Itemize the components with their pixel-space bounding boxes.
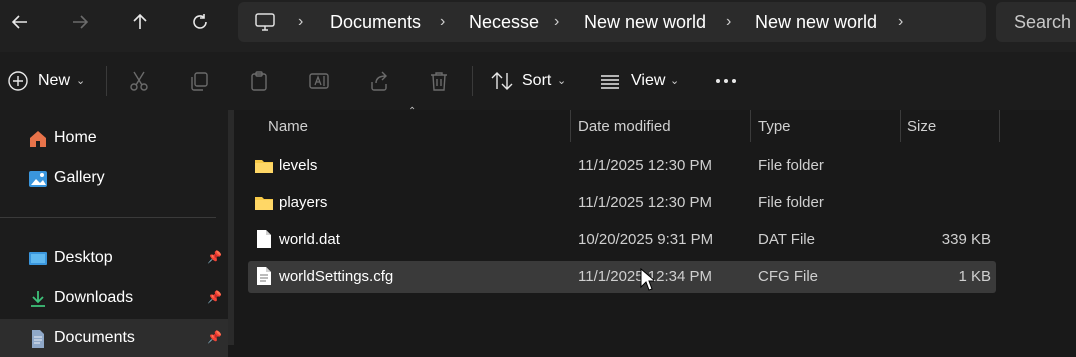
column-divider[interactable]: [900, 110, 901, 142]
address-bar[interactable]: › Documents › Necesse › New new world › …: [238, 2, 986, 42]
more-options-icon[interactable]: [714, 69, 738, 93]
breadcrumb-chevron-icon[interactable]: ›: [554, 2, 559, 42]
file-date: 11/1/2025 12:30 PM: [578, 157, 712, 174]
breadcrumb-chevron-icon[interactable]: ›: [298, 2, 303, 42]
home-icon: [30, 131, 46, 147]
file-type: CFG File: [758, 268, 818, 285]
mouse-cursor-icon: [640, 268, 654, 291]
new-button[interactable]: New: [38, 52, 70, 110]
file-row-worldsettings-cfg[interactable]: worldSettings.cfg 11/1/2025 12:34 PM CFG…: [248, 261, 996, 293]
file-type: File folder: [758, 194, 824, 211]
pin-icon[interactable]: 📌: [207, 250, 222, 264]
plus-icon: [6, 69, 30, 93]
breadcrumb-new-new-world[interactable]: New new world: [584, 2, 706, 42]
breadcrumb-chevron-icon[interactable]: ›: [440, 2, 445, 42]
file-row-world-dat[interactable]: world.dat 10/20/2025 9:31 PM DAT File 33…: [248, 224, 996, 256]
gallery-icon: [29, 171, 47, 187]
sidebar-divider: [0, 217, 216, 218]
breadcrumb-necesse[interactable]: Necesse: [469, 2, 539, 42]
file-size: 339 KB: [941, 231, 991, 248]
pin-icon[interactable]: 📌: [207, 290, 222, 304]
share-icon[interactable]: [367, 69, 391, 93]
sidebar-item-documents[interactable]: Documents 📌: [0, 319, 228, 357]
arrow-right-icon: [73, 15, 89, 29]
column-divider[interactable]: [999, 110, 1000, 142]
breadcrumb-documents[interactable]: Documents: [330, 2, 421, 42]
file-type: File folder: [758, 157, 824, 174]
sidebar-item-label: Home: [54, 129, 97, 146]
refresh-icon: [193, 14, 207, 29]
download-icon: [31, 291, 45, 307]
back-button[interactable]: [6, 8, 34, 36]
breadcrumb-new-new-world-current[interactable]: New new world: [755, 2, 877, 42]
rename-icon[interactable]: [307, 69, 331, 93]
navigation-pane: Home Gallery Desktop 📌 Downloads 📌 Docum…: [0, 110, 228, 357]
command-bar: New ⌄ Sort ⌄ View ⌄: [0, 52, 1076, 110]
up-button[interactable]: [126, 8, 154, 36]
file-row-players[interactable]: players 11/1/2025 12:30 PM File folder: [248, 187, 996, 219]
sidebar-scrollbar[interactable]: [228, 110, 234, 345]
file-name: world.dat: [279, 231, 340, 248]
refresh-button[interactable]: [186, 8, 214, 36]
copy-icon[interactable]: [187, 69, 211, 93]
arrow-left-icon: [11, 15, 27, 29]
file-row-levels[interactable]: levels 11/1/2025 12:30 PM File folder: [248, 150, 996, 182]
file-name: worldSettings.cfg: [279, 268, 394, 285]
sort-icon: [490, 69, 514, 93]
view-button[interactable]: View: [631, 52, 665, 110]
pin-icon[interactable]: 📌: [207, 330, 222, 344]
breadcrumb-chevron-icon[interactable]: ›: [726, 2, 731, 42]
sidebar-item-desktop[interactable]: Desktop 📌: [0, 239, 228, 277]
toolbar-divider: [472, 66, 473, 96]
column-header-size[interactable]: Size: [907, 110, 936, 144]
folder-icon: [255, 160, 273, 173]
sidebar-item-gallery[interactable]: Gallery: [0, 159, 228, 197]
sidebar-item-label: Documents: [54, 329, 135, 346]
sidebar-item-label: Gallery: [54, 169, 105, 186]
search-placeholder: Search N: [1014, 12, 1076, 32]
chevron-down-icon: ⌄: [557, 75, 567, 87]
column-header-name[interactable]: Name: [268, 110, 308, 144]
file-date: 11/1/2025 12:30 PM: [578, 194, 712, 211]
text-file-icon: [257, 267, 271, 285]
desktop-icon: [29, 252, 47, 265]
sidebar-item-downloads[interactable]: Downloads 📌: [0, 279, 228, 317]
view-icon: [598, 69, 622, 93]
file-date: 10/20/2025 9:31 PM: [578, 231, 714, 248]
column-divider[interactable]: [570, 110, 571, 142]
toolbar-divider: [106, 66, 107, 96]
forward-button[interactable]: [66, 8, 94, 36]
column-header-type[interactable]: Type: [758, 110, 791, 144]
search-input[interactable]: Search N: [996, 2, 1076, 42]
arrow-up-icon: [133, 13, 147, 29]
paste-icon[interactable]: [247, 69, 271, 93]
folder-icon: [255, 197, 273, 210]
column-header-date[interactable]: Date modified: [578, 110, 671, 144]
chevron-down-icon: ⌄: [670, 75, 680, 87]
sidebar-item-home[interactable]: Home: [0, 119, 228, 157]
file-name: players: [279, 194, 328, 211]
column-divider[interactable]: [750, 110, 751, 142]
computer-icon: [255, 13, 275, 31]
file-icon: [257, 230, 271, 248]
file-name: levels: [279, 157, 318, 174]
sort-ascending-icon: ⌃: [408, 106, 417, 117]
file-type: DAT File: [758, 231, 815, 248]
sidebar-item-label: Downloads: [54, 289, 134, 306]
document-icon: [32, 330, 44, 348]
file-size: 1 KB: [958, 268, 991, 285]
breadcrumb-chevron-icon[interactable]: ›: [898, 2, 903, 42]
chevron-down-icon: ⌄: [76, 75, 86, 87]
cut-icon[interactable]: [127, 69, 151, 93]
delete-icon[interactable]: [427, 69, 451, 93]
sidebar-item-label: Desktop: [54, 249, 113, 266]
sort-button[interactable]: Sort: [522, 52, 551, 110]
